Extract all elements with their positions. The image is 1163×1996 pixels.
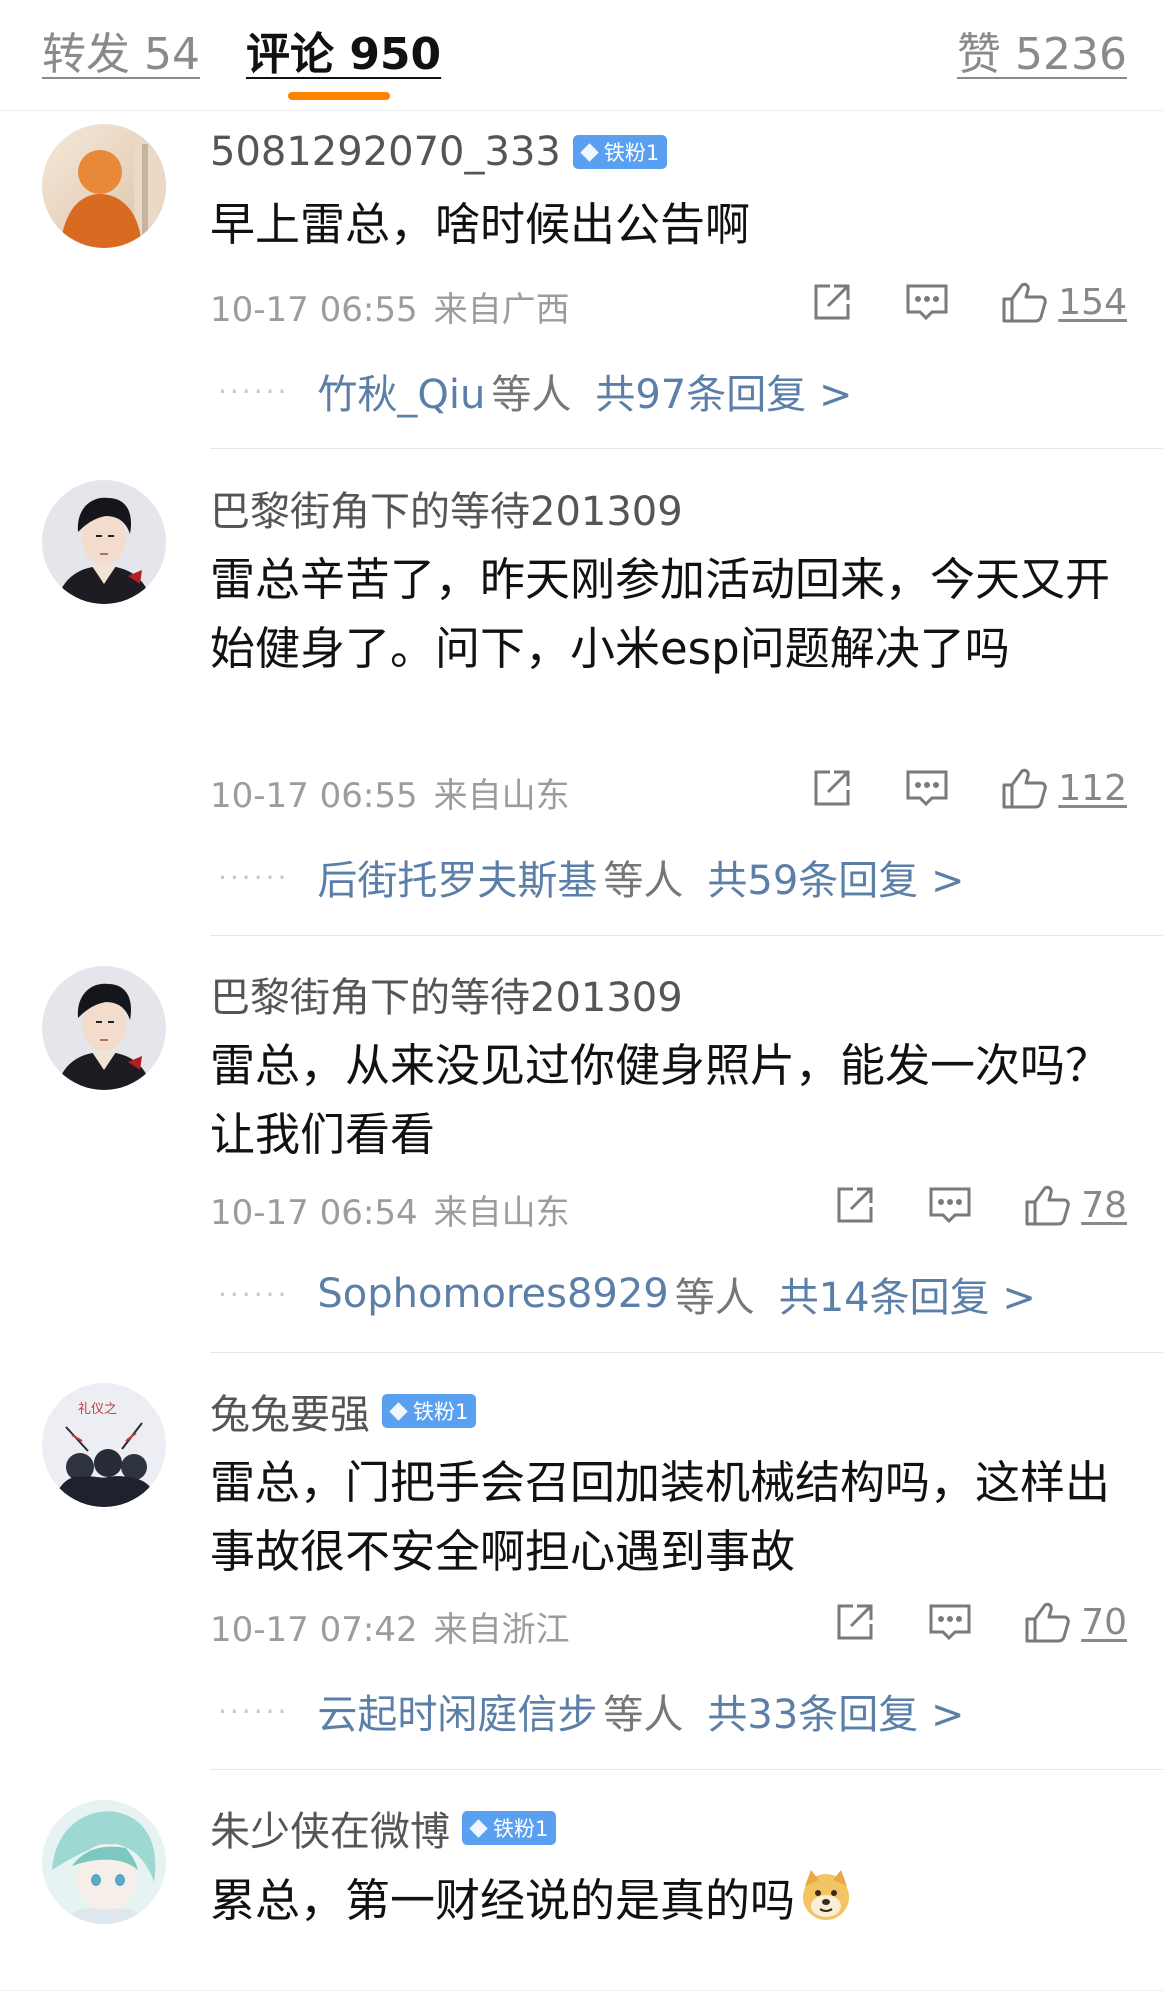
comment-icon[interactable] — [904, 766, 950, 810]
like-icon[interactable] — [1023, 1182, 1071, 1228]
view-replies-link[interactable]: 共97条回复 > — [595, 362, 852, 420]
ellipsis-dots: ······ — [218, 1694, 290, 1728]
share-icon[interactable] — [833, 1600, 877, 1644]
view-replies-link[interactable]: 共59条回复 > — [707, 848, 964, 906]
avatar-caption: 礼仪之 — [78, 1401, 117, 1417]
diamond-icon — [580, 142, 599, 162]
comment-time: 10-17 06:55 — [210, 776, 418, 816]
comment-actions: 78 — [833, 1182, 1127, 1228]
view-replies-link[interactable]: 共14条回复 > — [779, 1265, 1036, 1323]
avatar[interactable] — [42, 124, 166, 248]
reply-suffix: 等人 — [491, 372, 572, 418]
tab-repost[interactable]: 转发 54 — [42, 18, 200, 82]
comment-text: 雷总，从来没见过你健身照片，能发一次吗？让我们看看 — [210, 1039, 1111, 1161]
comment-icon[interactable] — [927, 1183, 973, 1227]
comment-divider — [210, 935, 1163, 936]
fan-badge: 铁粉1 — [572, 135, 668, 169]
comment-icon[interactable] — [927, 1600, 973, 1644]
comment-header: 兔兔要强 铁粉1 — [210, 1386, 477, 1438]
bottom-edge — [0, 1990, 1163, 1991]
like-count[interactable]: 78 — [1081, 1185, 1127, 1226]
comment-location: 来自浙江 — [433, 1610, 570, 1650]
comment-meta: 10-17 07:42 来自浙江 — [210, 1602, 570, 1651]
username[interactable]: 兔兔要强 — [210, 1382, 370, 1440]
comment-time: 10-17 06:54 — [210, 1193, 418, 1233]
comment-location: 来自山东 — [433, 776, 570, 816]
comment-header: 巴黎街角下的等待201309 — [210, 969, 683, 1021]
active-tab-indicator — [288, 92, 390, 100]
fan-badge-label: 铁粉1 — [493, 1817, 549, 1841]
reply-users[interactable]: Sophomores8929 — [317, 1271, 668, 1317]
replies-preview[interactable]: ······ 竹秋_Qiu 等人 共97条回复 > — [218, 362, 853, 420]
diamond-icon — [469, 1818, 488, 1838]
username[interactable]: 巴黎街角下的等待201309 — [210, 479, 683, 537]
comment-header: 5081292070_333 铁粉1 — [210, 127, 668, 177]
replies-preview[interactable]: ······ 云起时闲庭信步 等人 共33条回复 > — [218, 1682, 965, 1740]
tab-likes[interactable]: 赞 5236 — [957, 18, 1127, 82]
comment-actions: 154 — [810, 279, 1127, 325]
fan-badge-label: 铁粉1 — [603, 141, 660, 165]
comment-meta: 10-17 06:55 来自山东 — [210, 768, 570, 817]
username[interactable]: 5081292070_333 — [210, 129, 561, 175]
comment-text: 雷总辛苦了，昨天刚参加活动回来，今天又开始健身了。问下，小米esp问题解决了吗 — [210, 553, 1111, 675]
username[interactable]: 巴黎街角下的等待201309 — [210, 965, 683, 1023]
avatar[interactable]: 礼仪之 — [42, 1383, 166, 1507]
replies-preview[interactable]: ······ 后街托罗夫斯基 等人 共59条回复 > — [218, 848, 965, 906]
username[interactable]: 朱少侠在微博 — [210, 1799, 450, 1857]
reply-suffix: 等人 — [603, 1692, 684, 1738]
comment-text: 雷总，门把手会召回加装机械结构吗，这样出事故很不安全啊担心遇到事故 — [210, 1456, 1111, 1578]
like-icon[interactable] — [1023, 1599, 1071, 1645]
ellipsis-dots: ······ — [218, 1277, 290, 1311]
view-replies-link[interactable]: 共33条回复 > — [707, 1682, 964, 1740]
ellipsis-dots: ······ — [218, 374, 290, 408]
fan-badge-label: 铁粉1 — [413, 1400, 469, 1424]
reply-users[interactable]: 竹秋_Qiu — [317, 362, 485, 420]
comment-actions: 70 — [833, 1599, 1127, 1645]
comment-actions: 112 — [810, 765, 1127, 811]
comment-time: 10-17 07:42 — [210, 1610, 418, 1650]
diamond-icon — [389, 1401, 408, 1421]
ellipsis-dots: ······ — [218, 860, 290, 894]
reply-suffix: 等人 — [674, 1275, 755, 1321]
comment-text: 累总，第一财经说的是真的吗 — [210, 1874, 796, 1927]
like-icon[interactable] — [1000, 765, 1048, 811]
like-count[interactable]: 154 — [1058, 282, 1127, 323]
reply-suffix: 等人 — [603, 858, 684, 904]
avatar[interactable] — [42, 1800, 166, 1924]
like-count[interactable]: 70 — [1081, 1602, 1127, 1643]
like-icon[interactable] — [1000, 279, 1048, 325]
comment-text-row: 累总，第一财经说的是真的吗 — [210, 1866, 1130, 1941]
fan-badge: 铁粉1 — [382, 1394, 477, 1428]
comment-meta: 10-17 06:54 来自山东 — [210, 1185, 570, 1234]
comment-tab-bar: 转发 54 评论 950 赞 5236 — [0, 0, 1163, 111]
comment-icon[interactable] — [904, 280, 950, 324]
comment-location: 来自广西 — [433, 290, 570, 330]
reply-users[interactable]: 后街托罗夫斯基 — [317, 848, 597, 906]
comment-divider — [210, 1352, 1163, 1353]
avatar[interactable] — [42, 966, 166, 1090]
share-icon[interactable] — [810, 280, 854, 324]
reply-users[interactable]: 云起时闲庭信步 — [317, 1682, 597, 1740]
tab-comments[interactable]: 评论 950 — [246, 18, 441, 82]
like-count[interactable]: 112 — [1058, 768, 1127, 809]
comment-header: 巴黎街角下的等待201309 — [210, 483, 683, 535]
doge-emoji-icon — [799, 1868, 853, 1941]
comment-divider — [210, 1769, 1163, 1770]
comment-divider — [210, 448, 1163, 449]
share-icon[interactable] — [833, 1183, 877, 1227]
share-icon[interactable] — [810, 766, 854, 810]
avatar[interactable] — [42, 480, 166, 604]
comment-header: 朱少侠在微博 铁粉1 — [210, 1803, 557, 1855]
comment-text: 早上雷总，啥时候出公告啊 — [210, 198, 751, 251]
comment-time: 10-17 06:55 — [210, 290, 418, 330]
comment-location: 来自山东 — [433, 1193, 570, 1233]
fan-badge: 铁粉1 — [462, 1811, 557, 1845]
comment-meta: 10-17 06:55 来自广西 — [210, 282, 570, 331]
replies-preview[interactable]: ······ Sophomores8929 等人 共14条回复 > — [218, 1265, 1036, 1323]
